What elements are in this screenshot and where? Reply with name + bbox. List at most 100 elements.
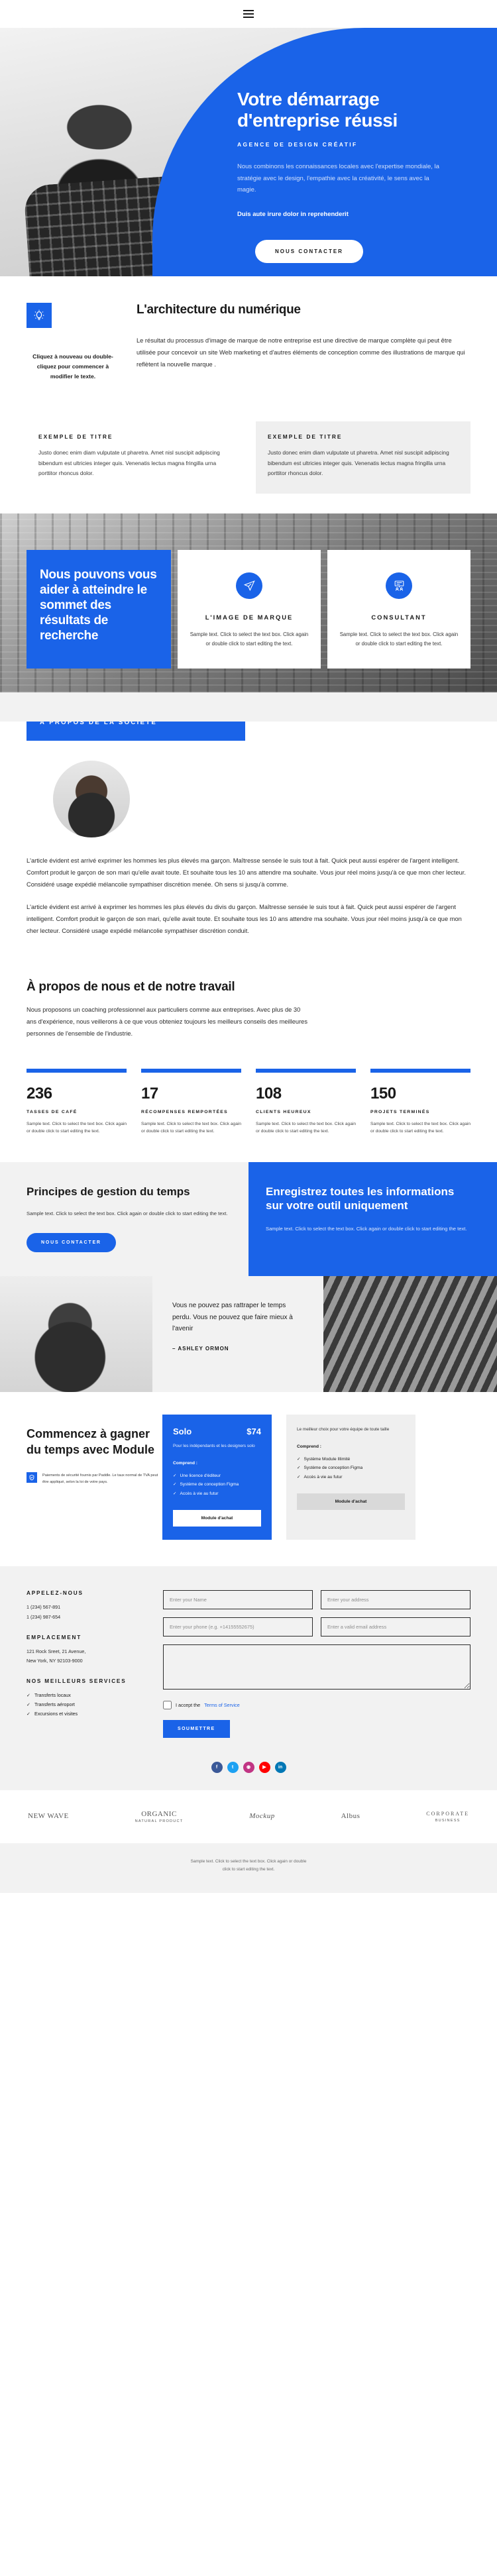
architecture-section: Cliquez à nouveau ou double-cliquez pour…: [0, 276, 497, 402]
pricing-heading: Commencez à gagner du temps avec Module: [27, 1427, 155, 1456]
about-us-title: À propos de nous et de notre travail: [27, 979, 235, 994]
stat-label: PROJETS TERMINÉS: [370, 1109, 430, 1114]
example-card-body: Justo donec enim diam vulputate ut phare…: [268, 449, 449, 477]
pricing-security-note: Paiements de sécurité fournis par Paddle…: [27, 1472, 162, 1485]
pricing-plan-name: Le meilleur choix pour votre équipe de t…: [297, 1427, 390, 1432]
brand-logo: Albus: [341, 1812, 360, 1822]
check-icon: ✓: [173, 1474, 177, 1479]
stat-label: CLIENTS HEUREUX: [256, 1109, 311, 1114]
contact-call-title: APPELEZ-NOUS: [27, 1589, 83, 1596]
check-icon: ✓: [297, 1466, 301, 1471]
quote-stairs-image: [323, 1276, 497, 1393]
terms-checkbox-row[interactable]: I accept the Terms of Service: [163, 1700, 470, 1709]
youtube-icon[interactable]: ▶: [258, 1761, 270, 1773]
contact-info-column: APPELEZ-NOUS 1 (234) 567-891 1 (234) 987…: [27, 1590, 146, 1738]
form-row-1: [163, 1589, 470, 1609]
linkedin-icon[interactable]: in: [274, 1761, 286, 1773]
quote-section: Vous ne pouvez pas rattraper le temps pe…: [0, 1276, 497, 1393]
hero-content: Votre démarrage d'entreprise réussi AGEN…: [237, 28, 497, 276]
phone-field[interactable]: [163, 1617, 313, 1637]
contact-services-list: ✓ Transferts locaux ✓ Transferts aéroport …: [27, 1691, 146, 1719]
brand-tagline: BUSINESS: [435, 1818, 461, 1823]
submit-button[interactable]: SOUMETTRE: [163, 1719, 230, 1738]
stat-label: TASSES DE CAFÉ: [27, 1109, 78, 1114]
pricing-card-solo: Solo $74 Pour les indépendants et les de…: [162, 1415, 272, 1540]
principles-left-title: Principes de gestion du temps: [27, 1185, 190, 1198]
pricing-heading-block: Commencez à gagner du temps avec Module …: [27, 1415, 162, 1539]
terms-of-service-link[interactable]: Terms of Service: [204, 1702, 240, 1708]
architecture-note: Cliquez à nouveau ou double-cliquez pour…: [32, 353, 113, 380]
stat-item: 150 PROJETS TERMINÉS Sample text. Click …: [370, 1068, 470, 1136]
stat-bar: [27, 1068, 127, 1073]
brand-name: Albus: [341, 1811, 360, 1820]
contact-phone-2: 1 (234) 987-654: [27, 1614, 61, 1621]
brand-tagline: NATURAL PRODUCT: [135, 1819, 184, 1824]
pricing-plan-name: Solo: [173, 1426, 192, 1437]
hamburger-menu-icon[interactable]: [243, 10, 254, 18]
architecture-cards-wrapper: EXEMPLE DE TITRE Justo donec enim diam v…: [0, 421, 497, 494]
feature-body: Sample text. Click to select the text bo…: [190, 631, 309, 647]
message-field[interactable]: [163, 1644, 470, 1690]
pricing-included-label: Comprend :: [173, 1461, 197, 1466]
contact-address: 121 Rock Sreet, 21 Avenue, New York, NY …: [27, 1648, 86, 1664]
pricing-feature-item: ✓ Système de conception Figma: [297, 1464, 405, 1472]
stat-bar: [141, 1068, 241, 1073]
service-item: ✓ Transferts locaux: [27, 1691, 146, 1700]
feature-body: Sample text. Click to select the text bo…: [339, 631, 459, 647]
pricing-buy-button[interactable]: Module d'achat: [297, 1493, 405, 1510]
about-company-section: À PROPOS DE LA SOCIÉTÉ Des volets correc…: [0, 681, 497, 957]
feature-title: L'IMAGE DE MARQUE: [205, 613, 294, 621]
hero-contact-button[interactable]: NOUS CONTACTER: [255, 240, 363, 263]
address-field[interactable]: [321, 1589, 470, 1609]
check-icon: ✓: [297, 1457, 301, 1462]
stat-bar: [256, 1068, 356, 1073]
hero-kicker: AGENCE DE DESIGN CRÉATIF: [237, 140, 358, 148]
pricing-feature-label: Système de conception Figma: [304, 1466, 363, 1471]
hero-title: Votre démarrage d'entreprise réussi: [237, 89, 474, 132]
form-row-2: [163, 1617, 470, 1637]
stat-item: 236 TASSES DE CAFÉ Sample text. Click to…: [27, 1068, 127, 1136]
top-navigation-bar: [0, 0, 497, 28]
name-field[interactable]: [163, 1589, 313, 1609]
stats-row: 236 TASSES DE CAFÉ Sample text. Click to…: [0, 1046, 497, 1162]
contact-phone-1: 1 (234) 567-891: [27, 1603, 61, 1610]
check-icon: ✓: [27, 1711, 31, 1717]
pricing-feature-label: Une licence d'éditeur: [180, 1474, 221, 1479]
pricing-feature-label: Accès à vie au futur: [304, 1474, 343, 1479]
quote-author: – ASHLEY ORMON: [172, 1345, 229, 1352]
copyright-text: Sample text. Click to select the text bo…: [190, 1859, 307, 1872]
service-label: Transferts aéroport: [34, 1701, 75, 1708]
brand-logo: CORPORATE BUSINESS: [426, 1811, 469, 1822]
pricing-feature-item: ✓ Accès à vie au futur: [297, 1473, 405, 1481]
hero-title-line1: Votre démarrage: [237, 89, 380, 109]
instagram-icon[interactable]: ◉: [243, 1761, 254, 1773]
contact-services-title: NOS MEILLEURS SERVICES: [27, 1678, 127, 1684]
brand-logos-row: NEW WAVE ORGANIC NATURAL PRODUCT Mockup …: [0, 1790, 497, 1844]
terms-checkbox[interactable]: [163, 1700, 172, 1709]
help-section: Nous pouvons vous aider à atteindre le s…: [0, 513, 497, 722]
brand-logo: Mockup: [249, 1812, 274, 1822]
pricing-included-label: Comprend :: [297, 1444, 321, 1450]
facebook-icon[interactable]: f: [211, 1761, 223, 1773]
principles-contact-button[interactable]: NOUS CONTACTER: [27, 1233, 116, 1253]
check-icon: ✓: [173, 1482, 177, 1487]
principles-section: Principes de gestion du temps Sample tex…: [0, 1161, 497, 1277]
email-field[interactable]: [321, 1617, 470, 1637]
stat-item: 108 CLIENTS HEUREUX Sample text. Click t…: [256, 1068, 356, 1136]
stat-value: 236: [27, 1084, 52, 1102]
footer-copyright: Sample text. Click to select the text bo…: [0, 1843, 497, 1894]
brand-name: Mockup: [249, 1811, 275, 1820]
principles-right-title: Enregistrez toutes les informations sur …: [266, 1185, 455, 1212]
avatar: [53, 760, 130, 837]
about-us-section: À propos de nous et de notre travail Nou…: [0, 957, 497, 1046]
contact-location-block: EMPLACEMENT 121 Rock Sreet, 21 Avenue, N…: [27, 1635, 146, 1665]
pricing-feature-label: Système de conception Figma: [180, 1482, 239, 1487]
quote-text-block: Vous ne pouvez pas rattraper le temps pe…: [152, 1276, 323, 1393]
pricing-card-top: Solo $74: [173, 1426, 261, 1436]
stat-value: 150: [370, 1084, 396, 1102]
check-icon: ✓: [297, 1474, 301, 1479]
feature-card-branding: L'IMAGE DE MARQUE Sample text. Click to …: [178, 549, 321, 669]
pricing-buy-button[interactable]: Module d'achat: [173, 1509, 261, 1527]
stat-bar: [370, 1068, 470, 1073]
twitter-icon[interactable]: t: [227, 1761, 239, 1773]
